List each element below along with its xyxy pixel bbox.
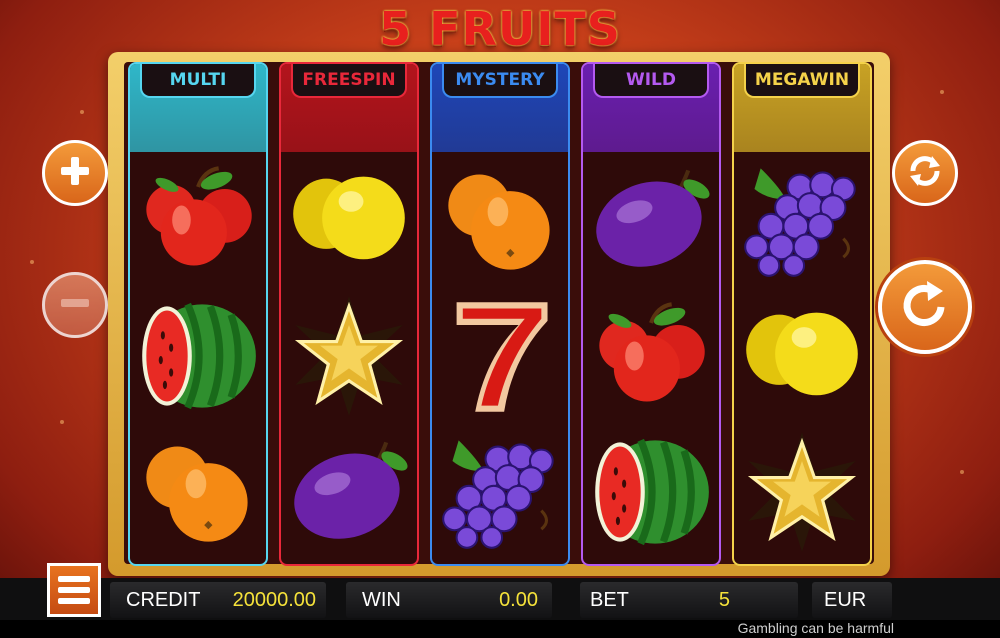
oranges-icon: [432, 152, 568, 288]
increase-bet-button[interactable]: [42, 140, 108, 206]
reel-5: MEGAWIN: [732, 62, 872, 566]
reel-header: MYSTERY: [432, 64, 568, 152]
reel-1: MULTI: [128, 62, 268, 566]
menu-icon-bar: [58, 587, 90, 593]
credit-label: CREDIT: [126, 589, 201, 611]
credit-value: 20000.00: [232, 589, 316, 611]
reel-2: FREESPIN: [279, 62, 419, 566]
reel-header: MEGAWIN: [734, 64, 870, 152]
lemon-icon: [281, 152, 417, 288]
grapes-icon: [734, 152, 870, 288]
lemon-icon: [734, 288, 870, 424]
currency-display: EUR: [812, 582, 892, 618]
reel-label-wild: WILD: [593, 64, 709, 98]
minus-icon: [57, 285, 93, 326]
plum-icon: [281, 424, 417, 560]
gambling-disclaimer: Gambling can be harmful: [737, 620, 894, 636]
decrease-bet-button[interactable]: [42, 272, 108, 338]
grapes-icon: [432, 424, 568, 560]
plus-icon: [57, 153, 93, 194]
credit-display: CREDIT 20000.00: [110, 582, 326, 618]
star-icon: [281, 288, 417, 424]
menu-button[interactable]: [47, 563, 101, 617]
apples-icon: [583, 288, 719, 424]
menu-icon: [58, 576, 90, 582]
reel-label-multi: MULTI: [140, 64, 256, 98]
reel-header: MULTI: [130, 64, 266, 152]
autoplay-button[interactable]: [892, 140, 958, 206]
win-label: WIN: [362, 589, 401, 611]
bet-value: 5: [718, 589, 730, 611]
reel-label-megawin: MEGAWIN: [744, 64, 860, 98]
reel-label-mystery: MYSTERY: [442, 64, 558, 98]
reel-board: MULTI FREESPIN MYSTERY WILD MEGAWIN: [124, 62, 874, 566]
win-display: WIN 0.00: [346, 582, 552, 618]
spin-button[interactable]: [878, 260, 972, 354]
star-icon: [734, 424, 870, 560]
bet-display: BET 5: [580, 582, 798, 618]
reel-header: FREESPIN: [281, 64, 417, 152]
win-value: 0.00: [499, 589, 538, 611]
apples-icon: [130, 152, 266, 288]
oranges-icon: [130, 424, 266, 560]
plum-icon: [583, 152, 719, 288]
spin-icon: [897, 277, 953, 338]
seven-icon: [432, 288, 568, 424]
reel-frame: MULTI FREESPIN MYSTERY WILD MEGAWIN: [108, 52, 890, 576]
watermelon-icon: [583, 424, 719, 560]
currency-label: EUR: [824, 589, 867, 611]
bet-label: BET: [590, 589, 629, 611]
autoplay-icon: [905, 151, 945, 196]
watermelon-icon: [130, 288, 266, 424]
reel-3: MYSTERY: [430, 62, 570, 566]
menu-icon-bar: [58, 598, 90, 604]
reel-label-freespin: FREESPIN: [291, 64, 407, 98]
reel-4: WILD: [581, 62, 721, 566]
game-title: 5 FRUITS: [379, 2, 621, 56]
reel-header: WILD: [583, 64, 719, 152]
